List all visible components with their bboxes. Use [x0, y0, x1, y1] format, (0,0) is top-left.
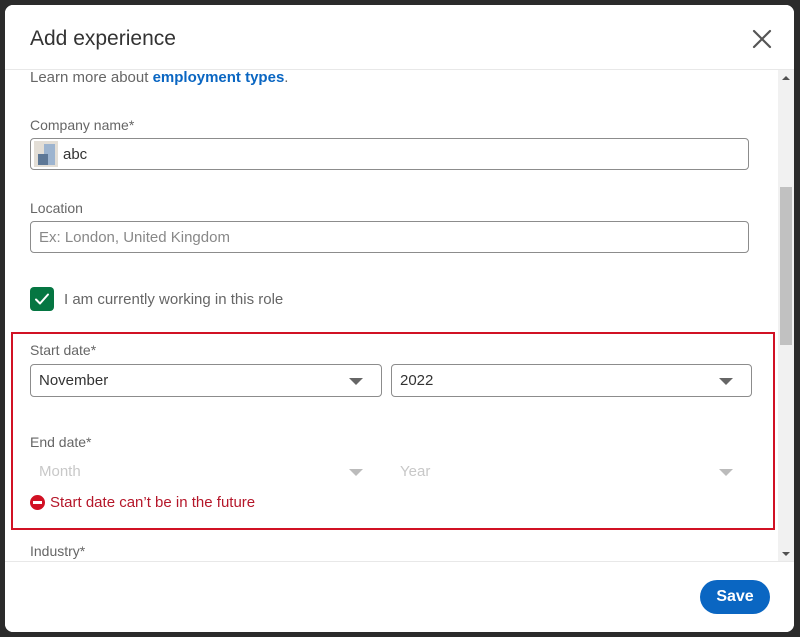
scroll-thumb[interactable]	[780, 187, 792, 345]
scroll-down-arrow-icon[interactable]	[778, 546, 794, 562]
checkmark-icon	[35, 293, 49, 305]
chevron-down-icon	[349, 469, 363, 476]
close-button[interactable]	[750, 27, 774, 51]
modal-header: Add experience	[5, 5, 794, 70]
start-month-value: November	[39, 372, 109, 389]
start-year-value: 2022	[400, 372, 434, 389]
chevron-down-icon	[719, 469, 733, 476]
start-date-label: Start date*	[30, 342, 97, 358]
location-placeholder: Ex: London, United Kingdom	[39, 229, 230, 246]
modal-title: Add experience	[30, 27, 176, 50]
employment-types-link[interactable]: employment types	[153, 70, 285, 86]
scroll-up-arrow-icon[interactable]	[778, 70, 794, 86]
end-month-select[interactable]: Month	[30, 455, 382, 488]
end-month-placeholder: Month	[39, 463, 81, 480]
chevron-down-icon	[719, 378, 733, 385]
save-button[interactable]: Save	[700, 580, 770, 614]
location-input[interactable]: Ex: London, United Kingdom	[30, 221, 749, 253]
industry-label: Industry*	[30, 543, 86, 559]
learn-more-text: Learn more about employment types.	[30, 70, 288, 86]
add-experience-modal: Add experience Learn more about employme…	[5, 5, 794, 632]
currently-working-checkbox[interactable]	[30, 287, 54, 311]
learn-more-suffix: .	[284, 70, 289, 86]
form-content: Learn more about employment types. Compa…	[5, 70, 778, 562]
company-name-label: Company name*	[30, 117, 135, 133]
company-logo-icon	[34, 141, 58, 167]
close-icon	[752, 29, 772, 49]
end-year-select[interactable]: Year	[391, 455, 752, 488]
company-name-input[interactable]: abc	[30, 138, 749, 170]
scrollbar[interactable]	[778, 70, 794, 562]
error-icon	[30, 495, 45, 510]
company-name-value: abc	[63, 146, 88, 163]
location-label: Location	[30, 200, 83, 216]
learn-more-prefix: Learn more about	[30, 70, 153, 86]
modal-footer: Save	[5, 561, 794, 632]
end-date-label: End date*	[30, 434, 92, 450]
start-year-select[interactable]: 2022	[391, 364, 752, 397]
chevron-down-icon	[349, 378, 363, 385]
error-text: Start date can’t be in the future	[50, 494, 256, 511]
start-month-select[interactable]: November	[30, 364, 382, 397]
end-year-placeholder: Year	[400, 463, 431, 480]
currently-working-label: I am currently working in this role	[64, 291, 284, 308]
